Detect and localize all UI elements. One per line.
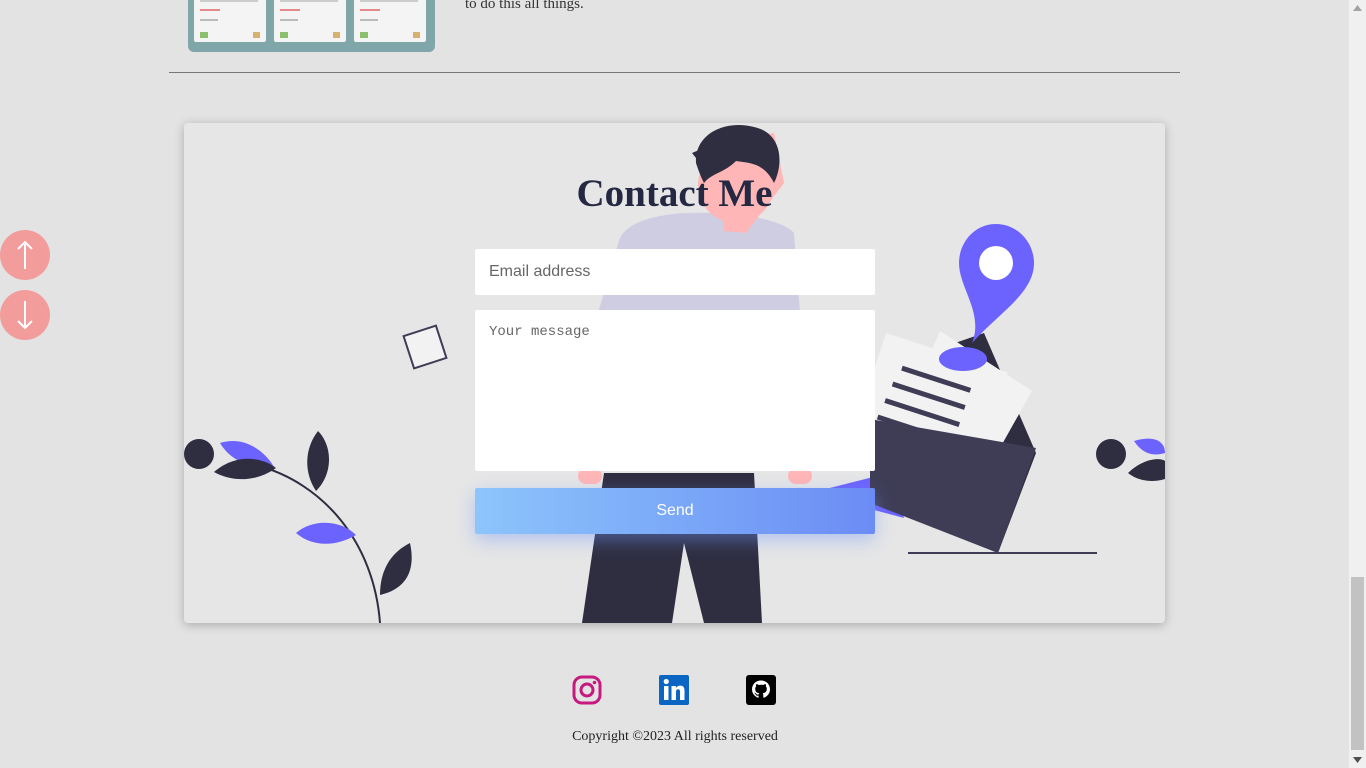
scroll-up-button[interactable] bbox=[0, 230, 50, 280]
project-thumbnail[interactable] bbox=[188, 0, 435, 52]
email-field[interactable] bbox=[475, 249, 875, 295]
linkedin-link[interactable] bbox=[659, 675, 689, 705]
message-field[interactable] bbox=[475, 310, 875, 471]
instagram-icon bbox=[572, 675, 602, 705]
scroll-arrow-up-icon[interactable] bbox=[1349, 0, 1366, 17]
send-button[interactable]: Send bbox=[475, 488, 875, 534]
contact-section: Contact Me Send bbox=[184, 123, 1165, 623]
thumbnail-card bbox=[194, 0, 266, 42]
arrow-up-icon bbox=[17, 240, 33, 269]
contact-title: Contact Me bbox=[576, 172, 773, 215]
copyright-text: Copyright ©2023 All rights reserved bbox=[572, 729, 778, 744]
linkedin-icon bbox=[659, 675, 689, 705]
scroll-arrow-down-icon[interactable] bbox=[1349, 751, 1366, 768]
scrollbar-thumb[interactable] bbox=[1351, 577, 1364, 750]
section-divider bbox=[169, 72, 1180, 73]
github-link[interactable] bbox=[746, 675, 776, 705]
thumbnail-card bbox=[354, 0, 426, 42]
scroll-down-button[interactable] bbox=[0, 290, 50, 340]
instagram-link[interactable] bbox=[572, 675, 602, 705]
github-icon bbox=[746, 675, 776, 705]
arrow-down-icon bbox=[17, 301, 33, 330]
thumbnail-card bbox=[274, 0, 346, 42]
project-description: to do this all things. bbox=[465, 0, 584, 12]
